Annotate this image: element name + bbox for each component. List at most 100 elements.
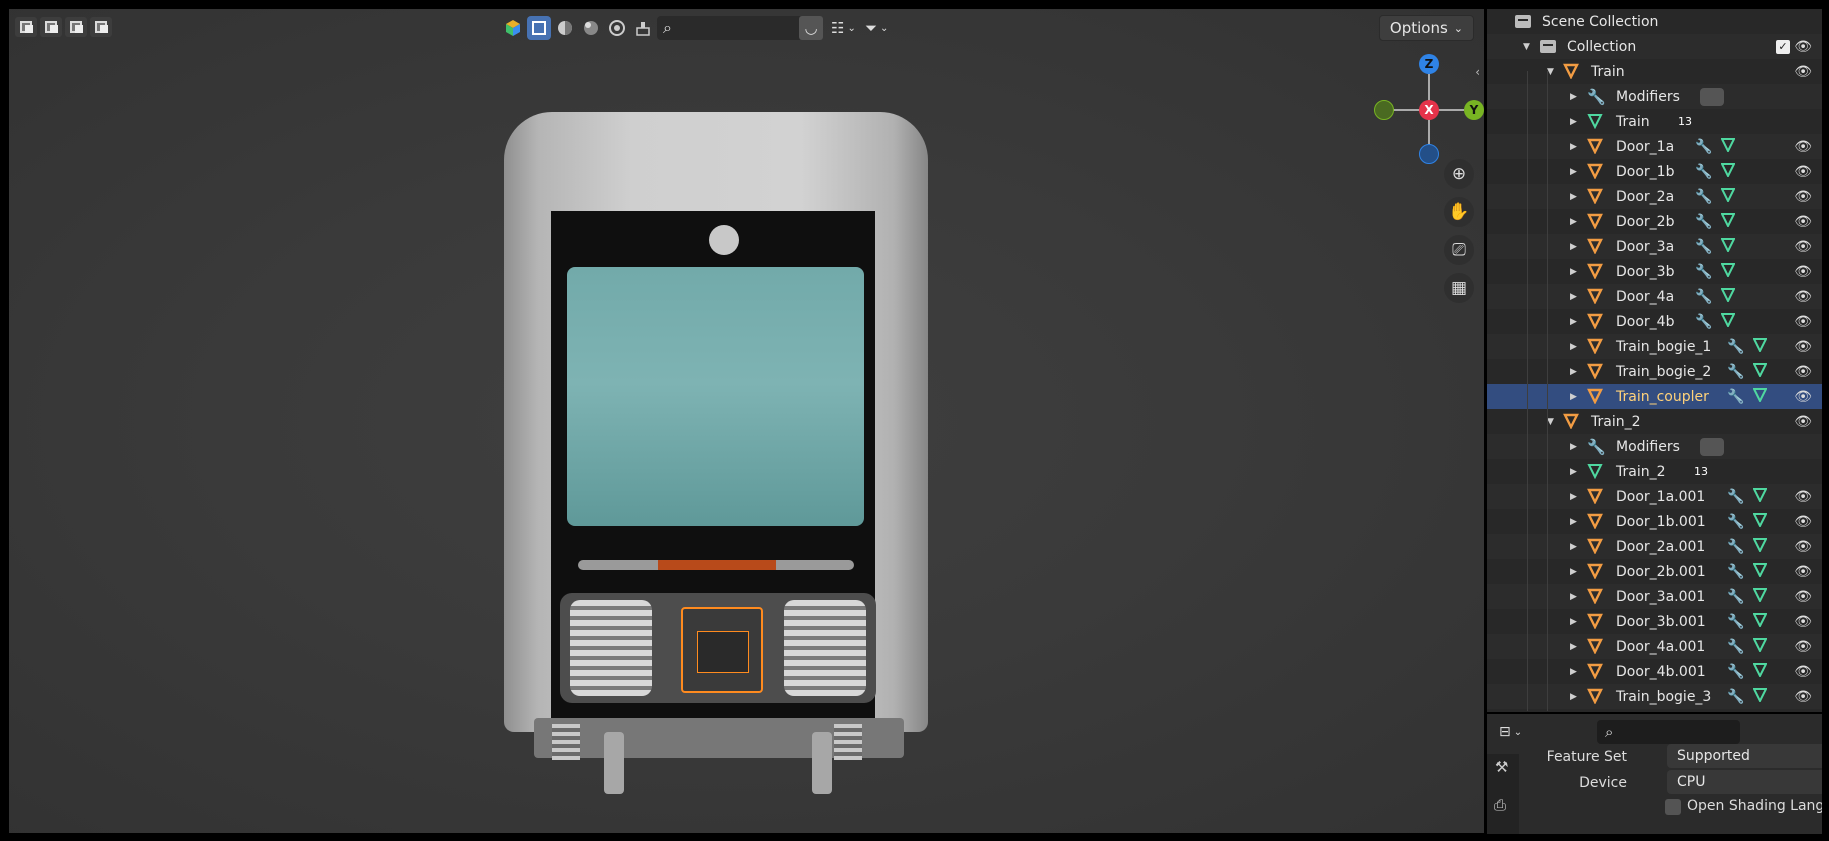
eye-icon[interactable]: 👁 [1794,289,1812,305]
outliner-row[interactable]: ▶ Door_3b.001 🔧 👁 [1487,609,1822,634]
gizmo-neg-z-button[interactable] [1419,144,1439,164]
overlay-tool-icon[interactable] [631,16,655,40]
outliner-row[interactable]: ▶ Door_2a.001 🔧 👁 [1487,534,1822,559]
eye-icon[interactable]: 👁 [1794,589,1812,605]
eye-icon[interactable]: 👁 [1794,139,1812,155]
mesh-data-icon[interactable] [1720,212,1736,231]
mesh-data-icon[interactable] [1752,512,1768,531]
device-select[interactable]: CPU [1667,770,1822,794]
wrench-icon[interactable]: 🔧 [1695,189,1712,205]
viewport-search-field[interactable]: ⌕ [657,16,822,40]
wrench-icon[interactable]: 🔧 [1727,389,1744,405]
mesh-data-icon[interactable] [1752,337,1768,356]
grid-icon[interactable]: ▦ [1444,273,1474,303]
modifier-toggle-button[interactable] [1700,437,1724,456]
expand-arrow-icon[interactable]: ▶ [1570,492,1577,502]
mesh-data-icon[interactable] [1720,262,1736,281]
wrench-icon[interactable]: 🔧 [1727,364,1744,380]
filter-dropdown[interactable]: ⏷ ⌄ [865,16,888,40]
gizmo-z-button[interactable]: Z [1419,54,1439,74]
wrench-icon[interactable]: 🔧 [1727,664,1744,680]
eye-icon[interactable]: 👁 [1794,189,1812,205]
rendered-shading-icon[interactable] [605,16,629,40]
expand-arrow-icon[interactable]: ▼ [1523,42,1530,52]
expand-arrow-icon[interactable]: ▶ [1570,292,1577,302]
expand-arrow-icon[interactable]: ▶ [1570,642,1577,652]
eye-icon[interactable]: 👁 [1794,514,1812,530]
collection-checkbox[interactable]: ✓ [1776,39,1790,54]
eye-icon[interactable]: 👁 [1794,339,1812,355]
navigation-gizmo[interactable]: Z X Y [1374,54,1484,164]
wrench-icon[interactable]: 🔧 [1727,689,1744,705]
outliner-row[interactable]: ▶ Train_2 13 [1487,459,1822,484]
mesh-data-icon[interactable] [1752,387,1768,406]
eye-icon[interactable]: 👁 [1794,664,1812,680]
mesh-data-icon[interactable] [1752,537,1768,556]
wrench-icon[interactable]: 🔧 [1727,489,1744,505]
color-cube-icon[interactable] [501,16,525,40]
expand-arrow-icon[interactable]: ▶ [1570,692,1577,702]
wrench-icon[interactable]: 🔧 [1727,514,1744,530]
collection-row[interactable]: ▼ Collection ✓ 👁 [1487,34,1822,59]
properties-panel[interactable]: ⊟ ⌄ ⌕ ⚒ ⎙ Feature Set Supported Device CP… [1487,714,1822,834]
eye-icon[interactable]: 👁 [1794,214,1812,230]
eye-icon[interactable]: 👁 [1794,389,1812,405]
eye-icon[interactable]: 👁 [1794,564,1812,580]
view-filter-dropdown[interactable]: ☷ ⌄ [831,16,856,40]
collapse-arrow-icon[interactable]: ▼ [1547,417,1554,427]
feature-set-select[interactable]: Supported [1667,744,1822,768]
expand-arrow-icon[interactable]: ▶ [1570,442,1577,452]
tool-settings-icon[interactable]: ⚒ [1495,758,1508,776]
wrench-icon[interactable]: 🔧 [1727,639,1744,655]
mesh-data-icon[interactable] [1752,562,1768,581]
select-new-icon[interactable] [15,17,37,37]
wrench-icon[interactable]: 🔧 [1695,164,1712,180]
gizmo-y-button[interactable]: Y [1464,100,1484,120]
mesh-data-icon[interactable] [1752,487,1768,506]
eye-icon[interactable]: 👁 [1794,64,1812,80]
mesh-data-icon[interactable] [1752,662,1768,681]
expand-arrow-icon[interactable]: ▶ [1570,617,1577,627]
expand-arrow-icon[interactable]: ▶ [1570,567,1577,577]
pan-hand-icon[interactable]: ✋ [1444,197,1474,227]
expand-arrow-icon[interactable]: ▶ [1570,242,1577,252]
scene-collection-row[interactable]: Scene Collection [1487,9,1822,34]
outliner-row[interactable]: ▶ Door_1b.001 🔧 👁 [1487,509,1822,534]
outliner-row[interactable]: ▶ Door_1a.001 🔧 👁 [1487,484,1822,509]
eye-icon[interactable]: 👁 [1794,164,1812,180]
outliner-row[interactable]: ▶ Train_bogie_2 🔧 👁 [1487,359,1822,384]
render-icon[interactable]: ⎙ [1494,796,1506,814]
outliner-row[interactable]: ▶ Door_1a 🔧 👁 [1487,134,1822,159]
wrench-icon[interactable]: 🔧 [1727,589,1744,605]
outliner-panel[interactable]: Scene Collection ▼ Collection ✓ 👁 ▼ Train… [1487,9,1822,712]
outliner-row[interactable]: ▶ Train 13 [1487,109,1822,134]
outliner-row[interactable]: ▶ Door_3a 🔧 👁 [1487,234,1822,259]
expand-arrow-icon[interactable]: ▶ [1570,117,1577,127]
mesh-data-icon[interactable] [1752,362,1768,381]
eye-icon[interactable]: 👁 [1794,539,1812,555]
outliner-row[interactable]: ▼ Train_2 👁 [1487,409,1822,434]
expand-arrow-icon[interactable]: ▶ [1570,267,1577,277]
wrench-icon[interactable]: 🔧 [1695,314,1712,330]
search-dropdown-button[interactable]: ◡ [799,16,823,40]
expand-arrow-icon[interactable]: ▶ [1570,217,1577,227]
mesh-data-icon[interactable] [1752,612,1768,631]
wrench-icon[interactable]: 🔧 [1695,264,1712,280]
expand-arrow-icon[interactable]: ▶ [1570,467,1577,477]
train-model[interactable] [504,112,929,802]
outliner-row[interactable]: ▶ Door_4b 🔧 👁 [1487,309,1822,334]
wrench-icon[interactable]: 🔧 [1695,139,1712,155]
mesh-data-icon[interactable] [1720,237,1736,256]
mesh-data-icon[interactable] [1720,187,1736,206]
solid-shading-icon[interactable] [553,16,577,40]
expand-arrow-icon[interactable]: ▶ [1570,542,1577,552]
mesh-data-icon[interactable] [1752,637,1768,656]
gizmo-x-button[interactable]: X [1419,100,1439,120]
modifier-toggle-button[interactable] [1700,87,1724,106]
expand-arrow-icon[interactable]: ▶ [1570,592,1577,602]
material-preview-icon[interactable] [579,16,603,40]
expand-arrow-icon[interactable]: ▶ [1570,92,1577,102]
select-extend-icon[interactable] [40,17,62,37]
expand-arrow-icon[interactable]: ▶ [1570,342,1577,352]
mesh-data-icon[interactable] [1720,162,1736,181]
